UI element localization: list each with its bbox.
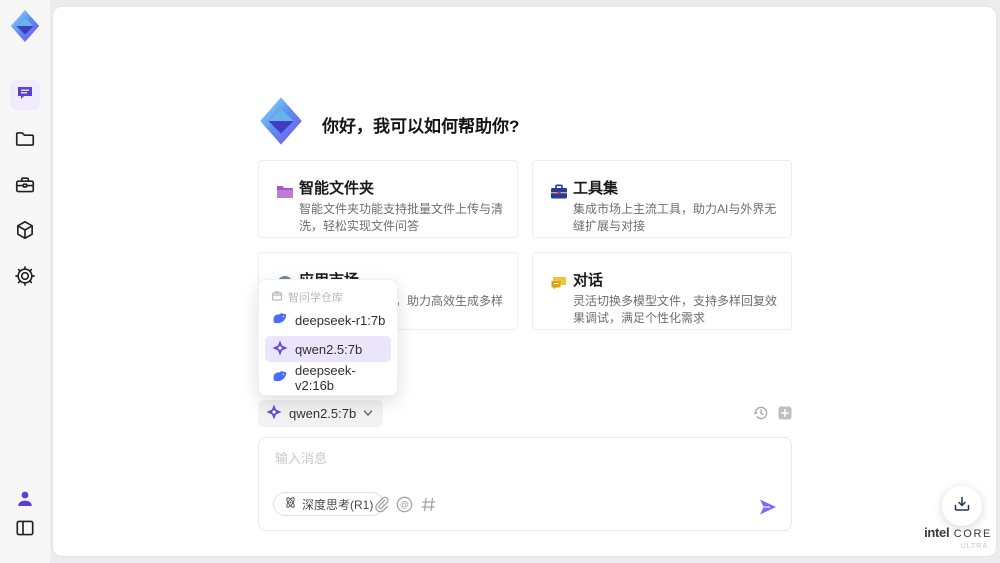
app-logo-icon: [8, 9, 42, 43]
model-option-label: deepseek-v2:16b: [295, 363, 356, 393]
card-title: 智能文件夹: [299, 180, 375, 197]
card-description: 智能文件夹功能支持批量文件上传与清洗，轻松实现文件问答: [299, 202, 504, 233]
intel-wordmark: intel: [924, 525, 950, 540]
chat-bubble-icon: [15, 83, 35, 108]
sidebar-item-models[interactable]: [10, 217, 40, 247]
card-title: 对话: [573, 272, 604, 289]
prompt-grid-icon[interactable]: [420, 496, 437, 513]
user-icon: [15, 489, 35, 514]
qwen-icon: [266, 404, 282, 423]
card-description: 集成市场上主流工具，助力AI与外界无缝扩展与对接: [573, 202, 777, 233]
model-selector-label: qwen2.5:7b: [289, 406, 357, 421]
sidebar-item-chat[interactable]: [10, 80, 40, 110]
feature-card-smart-folder[interactable]: 智能文件夹 智能文件夹功能支持批量文件上传与清洗，轻松实现文件问答: [258, 160, 518, 238]
card-title: 工具集: [573, 180, 619, 197]
model-option-deepseek-v2[interactable]: deepseek-v2:16b: [265, 363, 391, 393]
new-chat-icon[interactable]: [776, 404, 794, 422]
model-option-label: qwen2.5:7b: [295, 341, 363, 357]
message-input[interactable]: [275, 448, 775, 488]
download-fab-button[interactable]: [942, 486, 982, 526]
deep-think-toggle[interactable]: 深度思考(R1): [273, 492, 385, 516]
feature-card-toolset[interactable]: 工具集 集成市场上主流工具，助力AI与外界无缝扩展与对接: [532, 160, 792, 238]
cube-icon: [14, 219, 36, 246]
mention-icon[interactable]: @: [396, 496, 413, 513]
sidebar-item-settings[interactable]: [10, 263, 40, 293]
model-dropdown-header: 智问学仓库: [271, 289, 343, 305]
sidebar: [0, 0, 50, 563]
qwen-icon: [272, 340, 288, 359]
panel-layout-icon: [14, 517, 36, 544]
folder-icon: [14, 128, 36, 155]
sidebar-item-folders[interactable]: [10, 126, 40, 156]
card-description: 灵活切换多模型文件，支持多样回复效果调试，满足个性化需求: [573, 294, 778, 325]
greeting-title: 你好，我可以如何帮助你?: [322, 117, 520, 136]
model-dropdown: 智问学仓库 deepseek-r1:7b qwen2.5:7b deepseek…: [258, 279, 398, 396]
composer: 深度思考(R1) @: [258, 437, 792, 531]
sidebar-item-toolbox[interactable]: [10, 172, 40, 202]
smart-folder-icon: [275, 182, 295, 202]
repository-icon: [271, 290, 283, 305]
history-icon[interactable]: [752, 404, 770, 422]
model-dropdown-header-label: 智问学仓库: [288, 292, 343, 304]
hero-logo-icon: [256, 96, 306, 146]
model-option-label: deepseek-r1:7b: [295, 312, 386, 328]
atom-icon: [284, 496, 297, 512]
model-selector-button[interactable]: qwen2.5:7b: [258, 400, 384, 427]
deepseek-icon: [272, 311, 288, 330]
send-icon[interactable]: [757, 496, 779, 518]
attachment-icon[interactable]: [373, 496, 390, 513]
core-wordmark: CORE: [953, 528, 992, 540]
intel-core-logo: intel CORE ULTRA: [922, 524, 994, 550]
feature-card-dialog[interactable]: 对话 灵活切换多模型文件，支持多样回复效果调试，满足个性化需求: [532, 252, 792, 330]
svg-text:@: @: [400, 500, 409, 510]
sidebar-item-account[interactable]: [10, 486, 40, 516]
download-icon: [953, 495, 971, 518]
toolset-icon: [549, 182, 569, 202]
sidebar-item-collapse[interactable]: [10, 515, 40, 545]
gear-icon: [14, 265, 36, 292]
dialog-icon: [549, 274, 569, 294]
model-option-deepseek-r1[interactable]: deepseek-r1:7b: [265, 307, 391, 333]
ultra-wordmark: ULTRA: [960, 543, 988, 550]
chevron-down-icon: [363, 406, 373, 421]
briefcase-icon: [14, 174, 36, 201]
deep-think-label: 深度思考(R1): [302, 497, 374, 512]
model-option-qwen[interactable]: qwen2.5:7b: [265, 336, 391, 362]
deepseek-icon: [272, 369, 288, 388]
